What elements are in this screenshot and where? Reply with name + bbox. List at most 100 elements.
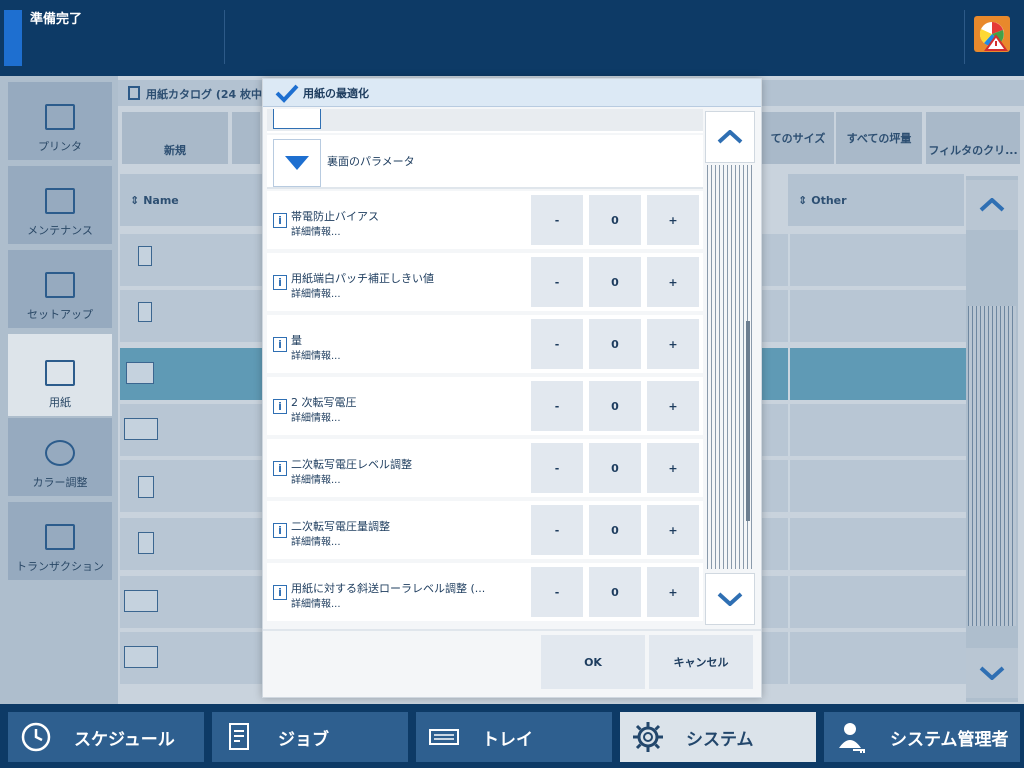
column-header-label: Name bbox=[143, 193, 179, 207]
dialog-scroll-up-button[interactable] bbox=[705, 111, 755, 163]
info-icon[interactable]: i bbox=[273, 399, 287, 414]
detail-link[interactable]: 詳細情報... bbox=[291, 595, 341, 610]
decrement-button[interactable]: - bbox=[531, 319, 583, 369]
parameter-value[interactable]: 0 bbox=[589, 257, 641, 307]
collapse-toggle[interactable] bbox=[273, 109, 321, 129]
decrement-button[interactable]: - bbox=[531, 381, 583, 431]
detail-link[interactable]: 詳細情報... bbox=[291, 285, 341, 300]
cancel-button[interactable]: キャンセル bbox=[649, 635, 753, 689]
catalog-scrollbar[interactable] bbox=[966, 176, 1018, 702]
cell-divider bbox=[788, 290, 790, 342]
dialog-scrollbar[interactable] bbox=[703, 109, 757, 625]
tab-label: システム bbox=[686, 729, 754, 750]
toolbar-button[interactable] bbox=[232, 112, 260, 164]
nav-printer[interactable]: プリンタ bbox=[8, 82, 112, 160]
column-header-other[interactable]: ⇕ Other bbox=[788, 174, 964, 226]
decrement-button[interactable]: - bbox=[531, 443, 583, 493]
scroll-track[interactable] bbox=[968, 306, 1016, 626]
catalog-title: 用紙カタログ (24 枚中、 bbox=[146, 88, 273, 101]
tab-tray[interactable]: トレイ bbox=[416, 712, 612, 762]
info-icon[interactable]: i bbox=[273, 275, 287, 290]
new-paper-button[interactable]: 新規 bbox=[122, 112, 228, 164]
parameter-row: i 用紙に対する斜送ローラレベル調整 (... 詳細情報... - 0 + bbox=[267, 563, 703, 621]
decrement-button[interactable]: - bbox=[531, 567, 583, 617]
increment-button[interactable]: + bbox=[647, 567, 699, 617]
paper-icon bbox=[45, 360, 75, 386]
parameter-value[interactable]: 0 bbox=[589, 319, 641, 369]
status-indicator bbox=[4, 10, 22, 66]
increment-button[interactable]: + bbox=[647, 381, 699, 431]
parameter-value[interactable]: 0 bbox=[589, 505, 641, 555]
nav-maintenance[interactable]: メンテナンス bbox=[8, 166, 112, 244]
parameter-value[interactable]: 0 bbox=[589, 195, 641, 245]
tab-jobs[interactable]: ジョブ bbox=[212, 712, 408, 762]
all-sizes-button[interactable]: てのサイズ bbox=[762, 112, 834, 164]
decrement-button[interactable]: - bbox=[531, 257, 583, 307]
triangle-down-icon bbox=[285, 156, 309, 170]
parameter-name: 用紙端白パッチ補正しきい値 bbox=[291, 272, 434, 285]
cell-divider bbox=[788, 348, 790, 400]
increment-button[interactable]: + bbox=[647, 195, 699, 245]
info-icon[interactable]: i bbox=[273, 337, 287, 352]
dialog-scroll-down-button[interactable] bbox=[705, 573, 755, 625]
nav-color-adjust[interactable]: カラー調整 bbox=[8, 418, 112, 496]
parameter-value[interactable]: 0 bbox=[589, 381, 641, 431]
info-icon[interactable]: i bbox=[273, 461, 287, 476]
cell-divider bbox=[788, 460, 790, 512]
scroll-up-button[interactable] bbox=[966, 180, 1018, 230]
bottom-tab-bar: スケジュール ジョブ トレイ システム システム管理者 bbox=[0, 704, 1024, 768]
collapsed-section-row[interactable] bbox=[267, 109, 703, 133]
paper-size-icon bbox=[124, 418, 158, 440]
tab-system-admin[interactable]: システム管理者 bbox=[824, 712, 1020, 762]
dialog-title: 用紙の最適化 bbox=[303, 86, 369, 100]
cell-divider bbox=[788, 404, 790, 456]
dialog-header: 用紙の最適化 bbox=[263, 79, 761, 107]
detail-link[interactable]: 詳細情報... bbox=[291, 409, 341, 424]
clear-filter-button[interactable]: フィルタのクリ... bbox=[926, 112, 1020, 164]
tab-system[interactable]: システム bbox=[620, 712, 816, 762]
all-weights-button[interactable]: すべての坪量 bbox=[836, 112, 922, 164]
scroll-down-button[interactable] bbox=[966, 648, 1018, 698]
nav-transaction[interactable]: トランザクション bbox=[8, 502, 112, 580]
increment-button[interactable]: + bbox=[647, 257, 699, 307]
detail-link[interactable]: 詳細情報... bbox=[291, 533, 341, 548]
paper-size-icon bbox=[138, 532, 154, 554]
info-icon[interactable]: i bbox=[273, 213, 287, 228]
parameter-value[interactable]: 0 bbox=[589, 567, 641, 617]
catalog-icon bbox=[128, 86, 140, 100]
nav-label: メンテナンス bbox=[27, 224, 93, 237]
column-header-name[interactable]: ⇕ Name bbox=[120, 174, 270, 226]
printer-icon bbox=[45, 104, 75, 130]
paper-size-icon bbox=[126, 362, 154, 384]
info-icon[interactable]: i bbox=[273, 585, 287, 600]
section-toggle-button[interactable] bbox=[273, 139, 321, 187]
decrement-button[interactable]: - bbox=[531, 195, 583, 245]
dialog-scroll-thumb[interactable] bbox=[746, 321, 750, 521]
section-label: 裏面のパラメータ bbox=[327, 155, 415, 168]
increment-button[interactable]: + bbox=[647, 319, 699, 369]
nav-label: セットアップ bbox=[27, 308, 93, 321]
detail-link[interactable]: 詳細情報... bbox=[291, 223, 341, 238]
detail-link[interactable]: 詳細情報... bbox=[291, 471, 341, 486]
color-adjust-icon bbox=[45, 440, 75, 466]
parameter-name: 二次転写電圧量調整 bbox=[291, 520, 390, 533]
tab-schedule[interactable]: スケジュール bbox=[8, 712, 204, 762]
parameter-name: 量 bbox=[291, 334, 302, 347]
ok-button[interactable]: OK bbox=[541, 635, 645, 689]
detail-link[interactable]: 詳細情報... bbox=[291, 347, 341, 362]
decrement-button[interactable]: - bbox=[531, 505, 583, 555]
increment-button[interactable]: + bbox=[647, 443, 699, 493]
clock-icon bbox=[18, 719, 54, 755]
new-paper-label: 新規 bbox=[164, 144, 186, 157]
nav-setup[interactable]: セットアップ bbox=[8, 250, 112, 328]
parameter-name: 用紙に対する斜送ローラレベル調整 (... bbox=[291, 582, 486, 595]
chevron-down-icon bbox=[717, 592, 743, 606]
color-alert-icon[interactable] bbox=[974, 16, 1010, 52]
section-header-row[interactable]: 裏面のパラメータ bbox=[267, 135, 703, 189]
increment-button[interactable]: + bbox=[647, 505, 699, 555]
parameter-value[interactable]: 0 bbox=[589, 443, 641, 493]
info-icon[interactable]: i bbox=[273, 523, 287, 538]
cell-divider bbox=[788, 234, 790, 286]
nav-paper[interactable]: 用紙 bbox=[8, 334, 112, 416]
cell-divider bbox=[788, 518, 790, 570]
